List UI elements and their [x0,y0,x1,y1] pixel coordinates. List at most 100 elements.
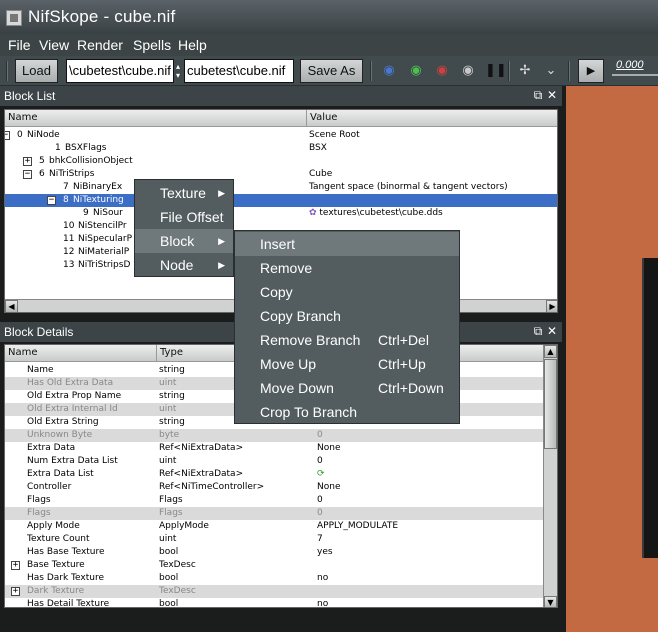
detail-name: Extra Data [27,443,76,453]
save-path-field[interactable]: cubetest\cube.nif [184,59,294,83]
block-value-cell: Tangent space (binormal & tangent vector… [309,181,508,194]
menu-shortcut: Ctrl+Del [378,332,429,348]
block-menu-item[interactable]: Remove Branch Ctrl+Del [235,328,459,352]
detail-value[interactable]: no [317,572,328,585]
detail-value[interactable]: 7 [317,533,323,546]
menu-render[interactable]: Render [77,37,123,53]
detail-type: Ref<NiTimeController> [159,482,265,492]
context-menu-item[interactable]: Node ▶ [135,253,233,277]
block-menu-item[interactable]: Crop To Branch [235,400,459,424]
tree-row[interactable]: 7 NiBinaryEx Tangent space (binormal & tan… [5,181,557,194]
toolbar-grip[interactable] [6,61,8,81]
detail-value[interactable]: 0 [317,494,323,507]
scroll-thumb[interactable] [544,359,557,449]
block-value: BSX [309,143,327,153]
chevron-down-icon[interactable]: ⌄ [542,62,560,80]
expander-icon[interactable]: − [47,196,56,205]
tree-row[interactable]: −0 NiNode Scene Root [5,129,557,142]
render-viewport[interactable] [566,86,658,632]
tree-row[interactable]: 9 NiSour ✿ textures\cubetest\cube.dds [5,207,557,220]
detail-value[interactable]: no [317,598,328,607]
axes-icon[interactable]: ✢ [516,62,534,80]
field-splitter[interactable]: ▴ ▾ [176,62,182,80]
detail-row[interactable]: Unknown Byte byte 0 [5,429,547,442]
detail-type: Ref<NiExtraData> [159,469,244,479]
eye-gray-icon[interactable]: ◉ [459,62,477,80]
detail-row[interactable]: Has Base Texture bool yes [5,546,547,559]
scroll-down-icon[interactable]: ▼ [544,596,557,607]
block-menu-item[interactable]: Remove [235,256,459,280]
expander-icon[interactable]: + [23,157,32,166]
detail-value[interactable]: APPLY_MODULATE [317,520,398,533]
block-menu-item[interactable]: Insert [235,232,459,256]
add-link-icon[interactable]: ⟳ [317,468,325,481]
detail-row[interactable]: Extra Data List Ref<NiExtraData> ⟳ [5,468,547,481]
tree-row[interactable]: +5 bhkCollisionObject [5,155,557,168]
footprints-icon[interactable]: ❚❚ [485,62,507,80]
column-name[interactable]: Name [5,345,157,362]
menu-spells[interactable]: Spells [133,37,171,53]
block-value: textures\cubetest\cube.dds [319,208,443,218]
column-name[interactable]: Name [5,110,307,127]
vertical-scrollbar[interactable]: ▲ ▼ [543,345,557,607]
window-title: NifSkope - cube.nif [28,7,176,26]
expander-icon[interactable]: + [11,587,20,596]
undock-icon[interactable]: ⧉ [532,88,544,102]
tree-row[interactable]: −6 NiTriStrips Cube [5,168,557,181]
expander-icon[interactable]: + [11,561,20,570]
detail-name: Has Base Texture [27,547,105,557]
block-menu-item[interactable]: Copy [235,280,459,304]
detail-value[interactable]: None [317,442,340,455]
tree-row[interactable]: −8 NiTexturing [5,194,557,207]
context-menu-item[interactable]: Texture ▶ [135,181,233,205]
load-path-field[interactable]: \cubetest\cube.nif [66,59,174,83]
undock-icon[interactable]: ⧉ [532,324,544,338]
detail-row[interactable]: Apply Mode ApplyMode APPLY_MODULATE [5,520,547,533]
detail-value[interactable]: yes [317,546,333,559]
save-as-button[interactable]: Save As [300,59,363,83]
column-value[interactable]: Value [307,110,557,127]
detail-row[interactable]: Num Extra Data List uint 0 [5,455,547,468]
menu-help[interactable]: Help [178,37,207,53]
time-slider[interactable] [612,74,658,76]
detail-type: string [159,365,185,375]
block-menu-item[interactable]: Move Up Ctrl+Up [235,352,459,376]
block-name: NiTriStripsD [78,260,131,270]
block-menu-item[interactable]: Move Down Ctrl+Down [235,376,459,400]
detail-row[interactable]: Flags Flags 0 [5,507,547,520]
block-menu-item[interactable]: Copy Branch [235,304,459,328]
detail-row[interactable]: Texture Count uint 7 [5,533,547,546]
scroll-right-icon[interactable]: ▶ [546,300,557,312]
close-icon[interactable]: ✕ [546,324,558,338]
play-icon[interactable]: ▶ [578,59,604,83]
eye-green-icon[interactable]: ◉ [407,62,425,80]
scroll-left-icon[interactable]: ◀ [5,300,18,312]
detail-value[interactable]: 0 [317,507,323,520]
detail-row[interactable]: Has Detail Texture bool no [5,598,547,607]
scroll-up-icon[interactable]: ▲ [544,345,557,358]
load-button[interactable]: Load [15,59,58,83]
detail-name: Num Extra Data List [27,456,118,466]
detail-row[interactable]: Controller Ref<NiTimeController> None [5,481,547,494]
detail-row[interactable]: Has Dark Texture bool no [5,572,547,585]
close-icon[interactable]: ✕ [546,88,558,102]
eye-blue-icon[interactable]: ◉ [380,62,398,80]
menu-view[interactable]: View [39,37,69,53]
context-menu-item[interactable]: Block ▶ [135,229,233,253]
block-index: 12 [63,247,75,257]
detail-value[interactable]: None [317,481,340,494]
detail-row[interactable]: + Base Texture TexDesc [5,559,547,572]
context-menu-item[interactable]: File Offset [135,205,233,229]
block-name: NiTexturing [73,195,124,205]
detail-row[interactable]: Extra Data Ref<NiExtraData> None [5,442,547,455]
menu-file[interactable]: File [8,37,31,53]
expander-icon[interactable]: − [5,131,10,140]
eye-red-icon[interactable]: ◉ [433,62,451,80]
block-index: 8 [63,195,69,205]
detail-row[interactable]: + Dark Texture TexDesc [5,585,547,598]
detail-value[interactable]: 0 [317,429,323,442]
tree-row[interactable]: 1 BSXFlags BSX [5,142,557,155]
detail-value[interactable]: 0 [317,455,323,468]
detail-row[interactable]: Flags Flags 0 [5,494,547,507]
expander-icon[interactable]: − [23,170,32,179]
